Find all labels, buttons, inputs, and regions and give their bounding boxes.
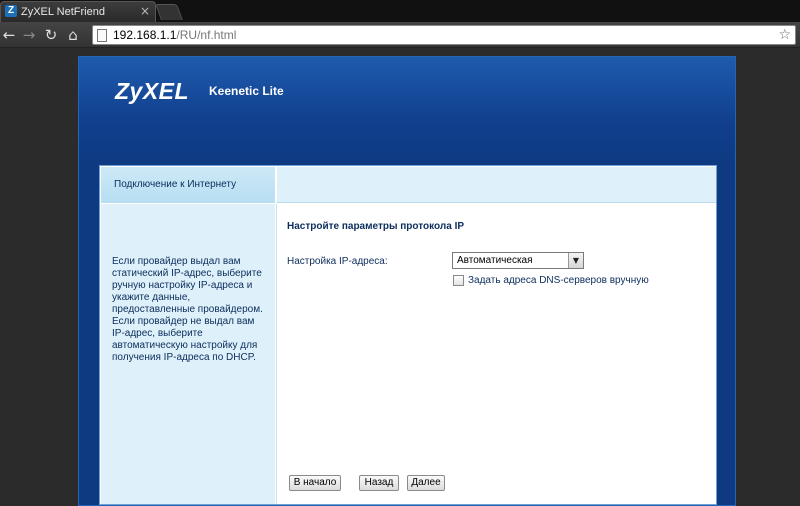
panel-header-bar: [276, 167, 716, 203]
ip-mode-label: Настройка IP-адреса:: [287, 256, 388, 267]
help-sidebar: Если провайдер выдал вам статический IP-…: [101, 204, 275, 504]
page-header: ZyXEL Keenetic Lite: [79, 57, 735, 165]
forward-arrow-icon[interactable]: →: [20, 26, 38, 44]
back-arrow-icon[interactable]: ←: [0, 26, 18, 44]
tab-title: ZyXEL NetFriend: [21, 6, 105, 18]
help-text: Если провайдер выдал вам статический IP-…: [112, 256, 263, 363]
section-tab-label: Подключение к Интернету: [114, 179, 237, 190]
router-page: ZyXEL Keenetic Lite Подключение к Интерн…: [78, 56, 736, 506]
address-bar[interactable]: 192.168.1.1/RU/nf.html ☆: [92, 25, 796, 45]
browser-tabstrip: Z ZyXEL NetFriend ×: [0, 0, 800, 22]
url-path: /RU/nf.html: [176, 28, 237, 42]
dns-manual-checkbox[interactable]: [453, 275, 464, 286]
url-text: 192.168.1.1/RU/nf.html: [113, 28, 236, 43]
ip-mode-value: Автоматическая: [457, 255, 533, 266]
chevron-down-icon[interactable]: ▼: [568, 253, 583, 268]
section-tab: Подключение к Интернету: [101, 167, 275, 203]
zyxel-logo: ZyXEL: [115, 78, 190, 104]
close-icon[interactable]: ×: [139, 5, 151, 17]
browser-tab[interactable]: Z ZyXEL NetFriend ×: [0, 1, 156, 22]
zyxel-favicon-icon: Z: [5, 5, 17, 17]
home-icon[interactable]: ⌂: [64, 26, 82, 44]
new-tab-button[interactable]: [155, 4, 183, 20]
form-title: Настройте параметры протокола IP: [287, 221, 465, 232]
ip-mode-select[interactable]: Автоматическая ▼: [452, 252, 584, 269]
dns-manual-label[interactable]: Задать адреса DNS-серверов вручную: [468, 274, 649, 287]
back-button[interactable]: Назад: [359, 475, 399, 491]
star-icon[interactable]: ☆: [778, 27, 791, 43]
wizard-panel: Подключение к Интернету Если провайдер в…: [99, 165, 717, 505]
browser-toolbar: ← → ↻ ⌂ 192.168.1.1/RU/nf.html ☆: [0, 22, 800, 48]
home-button[interactable]: В начало: [289, 475, 341, 491]
next-button[interactable]: Далее: [407, 475, 445, 491]
page-icon: [97, 29, 107, 42]
model-name: Keenetic Lite: [209, 84, 284, 98]
settings-form: Настройте параметры протокола IP Настрой…: [276, 204, 716, 504]
reload-icon[interactable]: ↻: [42, 26, 60, 44]
url-host: 192.168.1.1: [113, 28, 177, 42]
